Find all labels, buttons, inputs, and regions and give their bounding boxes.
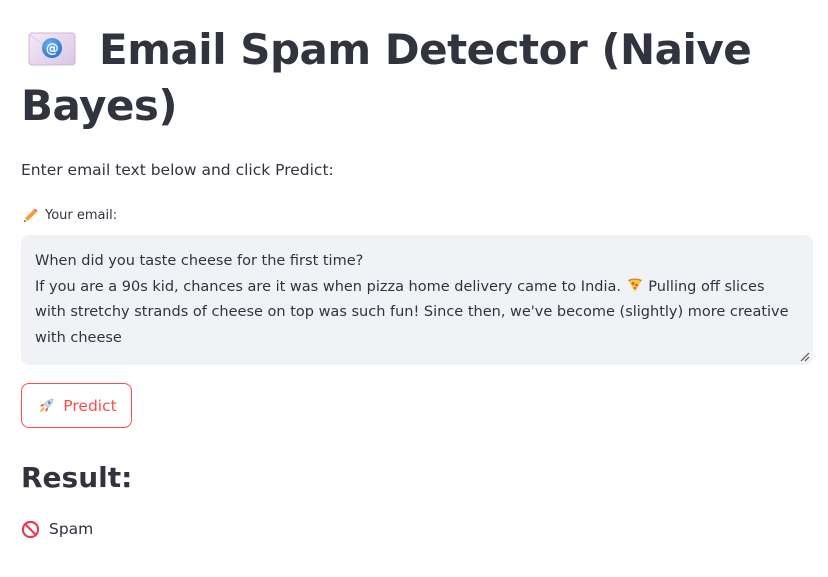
envelope-at-icon: @ [28, 32, 76, 66]
result-label: Spam [49, 520, 94, 538]
svg-text:@: @ [46, 42, 59, 57]
rocket-icon [40, 398, 54, 412]
result-output: Spam [21, 517, 93, 541]
email-textarea-value[interactable]: When did you taste cheese for the first … [35, 249, 799, 351]
email-field-label: Your email: [21, 207, 117, 225]
predict-button[interactable]: Predict [21, 383, 132, 428]
email-textarea[interactable]: When did you taste cheese for the first … [21, 235, 813, 365]
email-text-line2a: If you are a 90s kid, chances are it was… [35, 278, 626, 295]
page-title: @ Email Spam Detector (Naive Bayes) [21, 22, 813, 134]
result-heading: Result: [21, 461, 133, 494]
email-text-line1: When did you taste cheese for the first … [35, 253, 364, 269]
intro-text: Enter email text below and click Predict… [21, 161, 334, 179]
title-text: Email Spam Detector (Naive Bayes) [21, 25, 752, 130]
pizza-icon [627, 278, 642, 292]
no-entry-icon [21, 520, 40, 538]
pencil-icon [24, 208, 38, 222]
email-field-label-text: Your email: [45, 208, 118, 223]
resize-handle-icon[interactable] [800, 352, 810, 362]
predict-button-label: Predict [63, 396, 117, 415]
